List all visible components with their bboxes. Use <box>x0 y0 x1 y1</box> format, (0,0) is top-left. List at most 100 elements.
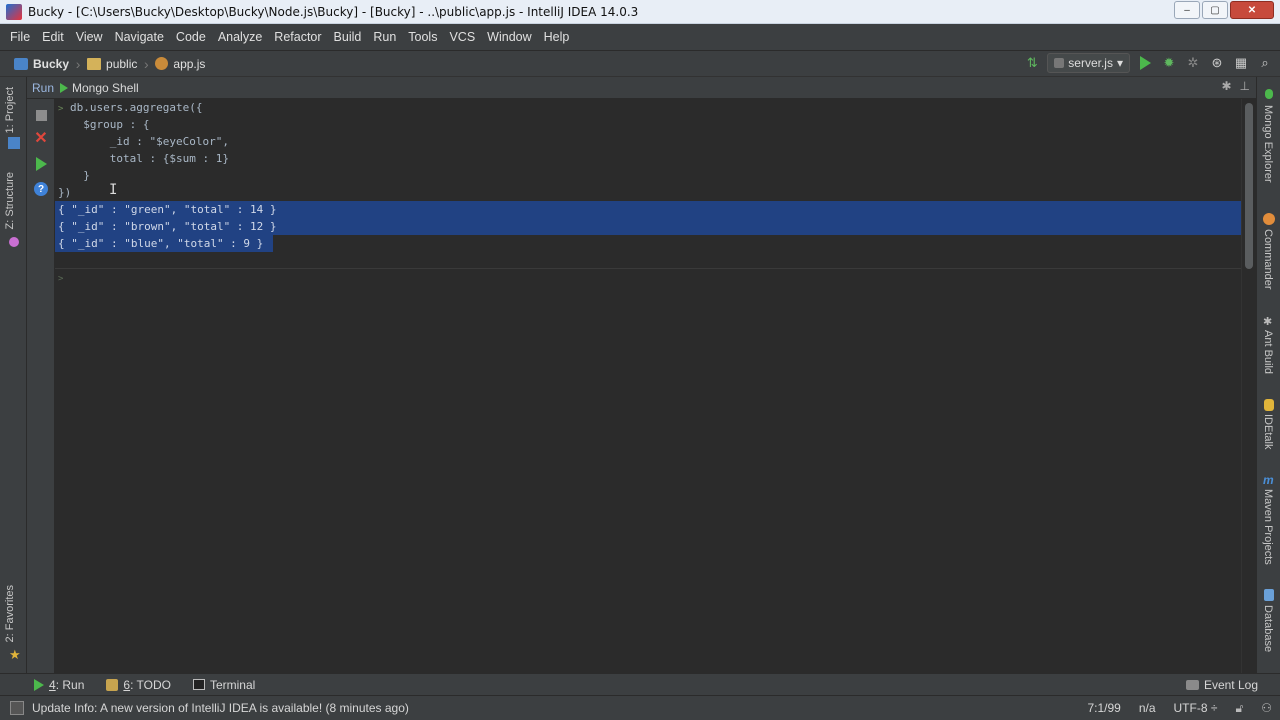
folder-icon <box>87 57 102 70</box>
run-configuration-select[interactable]: server.js ▾ <box>1047 53 1130 73</box>
menu-vcs[interactable]: VCS <box>443 30 481 44</box>
chevron-right-icon: › <box>75 55 81 72</box>
prompt-icon: > <box>58 104 64 114</box>
input-prompt-icon[interactable]: > <box>58 274 63 284</box>
left-tool-stripe: 1: Project Z: Structure 2: Favorites ★ <box>0 77 27 673</box>
tab-run-label: 4: Run <box>49 677 85 692</box>
menu-run[interactable]: Run <box>367 30 402 44</box>
play-icon <box>60 82 69 93</box>
close-run-button[interactable]: ✕ <box>33 131 49 147</box>
structure-tab[interactable]: Z: Structure <box>4 172 16 229</box>
run-config-label: server.js <box>1068 56 1113 70</box>
menu-window[interactable]: Window <box>481 30 537 44</box>
maven-icon: m <box>1263 473 1274 487</box>
console-line: total : {$sum : 1} <box>70 152 229 165</box>
lock-icon[interactable]: 🔓︎ <box>1235 701 1243 716</box>
file-encoding[interactable]: UTF-8 ÷ <box>1174 701 1218 715</box>
menu-help[interactable]: Help <box>538 30 576 44</box>
menu-code[interactable]: Code <box>170 30 212 44</box>
console-line: > db.users.aggregate({ <box>58 99 203 116</box>
status-message[interactable]: Update Info: A new version of IntelliJ I… <box>32 701 409 715</box>
run-side-toolbar: ✕ ? <box>27 99 55 673</box>
line-separator[interactable]: n/a <box>1139 701 1156 715</box>
project-tab[interactable]: 1: Project <box>4 87 16 133</box>
stop-button[interactable] <box>33 107 49 123</box>
build-icon[interactable]: ⇅ <box>1023 54 1041 72</box>
debug-icon[interactable]: ✹ <box>1160 54 1178 72</box>
scrollbar-thumb[interactable] <box>1245 103 1253 269</box>
inspector-icon[interactable]: ⚇ <box>1261 701 1272 715</box>
hide-icon[interactable]: ⊥ <box>1240 79 1250 93</box>
mongo-shell-console[interactable]: > db.users.aggregate({ $group : { _id : … <box>55 99 1241 673</box>
event-log-icon <box>1185 679 1199 690</box>
commander-tab[interactable]: Commander <box>1262 229 1274 290</box>
play-icon <box>35 157 47 171</box>
gear-icon[interactable]: ✱ <box>1221 79 1231 93</box>
idetalk-icon <box>1264 399 1274 411</box>
tab-mongo-shell[interactable]: Mongo Shell <box>60 81 139 95</box>
caret-position[interactable]: 7:1/99 <box>1087 701 1120 715</box>
tab-todo-label: 6: TODO <box>123 677 171 692</box>
favorites-tab[interactable]: 2: Favorites <box>4 585 16 642</box>
profile-icon[interactable]: ⊛ <box>1208 54 1226 72</box>
breadcrumb-file-label: app.js <box>173 56 206 71</box>
title-bar: Bucky - [C:\Users\Bucky\Desktop\Bucky\No… <box>0 0 1280 24</box>
project-icon <box>14 57 28 70</box>
project-tab-icon <box>8 137 20 149</box>
breadcrumb-folder-label: public <box>106 56 138 71</box>
play-icon <box>34 678 44 691</box>
breadcrumb-file[interactable]: app.js <box>155 57 205 71</box>
console-line: } <box>70 169 90 182</box>
console-scrollbar[interactable] <box>1241 99 1256 673</box>
console-line-text: db.users.aggregate({ <box>70 101 203 114</box>
event-log-label: Event Log <box>1203 677 1258 692</box>
tab-terminal[interactable]: Terminal <box>192 677 256 692</box>
tab-run[interactable]: 4: Run <box>34 678 84 692</box>
rerun-button[interactable] <box>33 156 49 172</box>
console-divider <box>55 268 1241 269</box>
database-tab[interactable]: Database <box>1262 605 1274 652</box>
breadcrumb-project[interactable]: Bucky <box>14 57 69 71</box>
database-icon <box>1264 589 1274 601</box>
console-line: }) <box>58 186 72 199</box>
menu-file[interactable]: File <box>4 30 36 44</box>
coverage-icon[interactable]: ✲ <box>1184 54 1202 72</box>
close-button[interactable]: ✕ <box>1230 1 1274 19</box>
breadcrumb-folder[interactable]: public <box>87 57 137 71</box>
mongo-explorer-tab[interactable]: Mongo Explorer <box>1262 105 1274 183</box>
sdk-icon[interactable]: ▦ <box>1232 54 1250 72</box>
run-icon[interactable] <box>1136 54 1154 72</box>
maven-projects-tab[interactable]: Maven Projects <box>1262 489 1274 565</box>
navigation-bar: Bucky › public › app.js ⇅ server.js ▾ ✹ … <box>0 51 1280 77</box>
menu-build[interactable]: Build <box>328 30 368 44</box>
tab-terminal-label: Terminal <box>209 677 256 692</box>
event-log-tab[interactable]: Event Log <box>1185 677 1258 692</box>
menu-tools[interactable]: Tools <box>402 30 443 44</box>
menu-navigate[interactable]: Navigate <box>109 30 170 44</box>
menu-view[interactable]: View <box>70 30 109 44</box>
help-icon: ? <box>34 182 48 196</box>
maximize-button[interactable]: ▢ <box>1202 1 1228 19</box>
tab-todo[interactable]: 6: TODO <box>106 678 171 692</box>
menu-refactor[interactable]: Refactor <box>268 30 327 44</box>
menu-analyze[interactable]: Analyze <box>212 30 268 44</box>
chevron-right-icon: › <box>144 55 149 72</box>
menu-bar: File Edit View Navigate Code Analyze Ref… <box>0 24 1280 51</box>
terminal-icon <box>192 679 205 690</box>
minimize-button[interactable]: – <box>1174 1 1200 19</box>
todo-icon <box>106 678 119 691</box>
tool-windows-toggle-icon[interactable] <box>10 701 24 715</box>
run-tool-window-header: Run Mongo Shell ✱ ⊥ <box>27 77 1256 99</box>
menu-edit[interactable]: Edit <box>36 30 70 44</box>
idetalk-tab[interactable]: IDEtalk <box>1262 414 1274 449</box>
result-line: { "_id" : "brown", "total" : 12 } <box>58 220 277 233</box>
commander-icon <box>1263 213 1275 225</box>
help-button[interactable]: ? <box>33 181 49 197</box>
run-window-actions: ✱ ⊥ <box>1221 79 1250 93</box>
ant-build-tab[interactable]: Ant Build <box>1262 330 1274 374</box>
search-everywhere-icon[interactable]: ⌕ <box>1256 54 1274 72</box>
status-widgets: 7:1/99 n/a UTF-8 ÷ 🔓︎ ⚇ <box>1087 701 1272 716</box>
right-tool-stripe: Mongo Explorer Commander ✱ Ant Build IDE… <box>1256 77 1280 673</box>
main-toolbar: ⇅ server.js ▾ ✹ ✲ ⊛ ▦ ⌕ <box>1023 53 1274 73</box>
result-line: { "_id" : "green", "total" : 14 } <box>58 203 277 216</box>
